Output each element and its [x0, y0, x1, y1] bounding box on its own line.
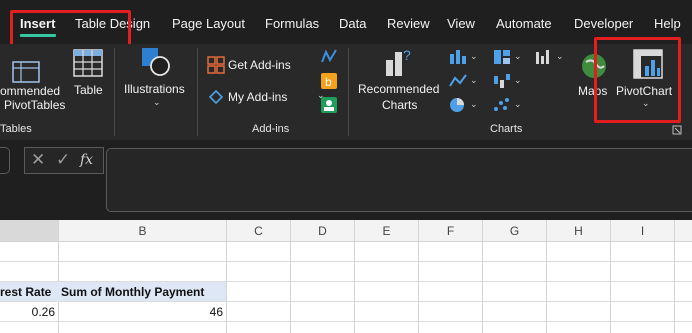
get-addins-label: Get Add-ins — [228, 58, 291, 72]
pie-chart-icon[interactable] — [448, 96, 468, 114]
cell-a-value[interactable]: 0.26 — [0, 305, 55, 319]
gridline — [482, 220, 483, 333]
illustrations-label: Illustrations — [124, 82, 185, 96]
group-label-tables: Tables — [0, 123, 32, 135]
group-label-charts: Charts — [490, 123, 523, 135]
enter-icon[interactable]: ✓ — [56, 150, 70, 170]
gridline — [0, 301, 692, 302]
svg-text:b: b — [325, 75, 332, 89]
chevron-down-icon: ⌄ — [153, 97, 161, 107]
hierarchy-chart-icon[interactable] — [492, 48, 512, 66]
table-label: Table — [74, 83, 103, 97]
illustrations-button[interactable]: Illustrations ⌄ — [122, 46, 192, 112]
recommended-charts-label-1: Recommended — [358, 82, 440, 96]
column-header-h[interactable]: H — [547, 224, 610, 238]
recommended-pivottables-icon — [12, 61, 40, 83]
gridline — [0, 321, 692, 322]
gridline — [610, 220, 611, 333]
tab-page-layout[interactable]: Page Layout — [172, 16, 245, 31]
chevron-down-icon: ⌄ — [470, 99, 478, 109]
gridline — [546, 220, 547, 333]
visio-icon[interactable] — [320, 48, 338, 66]
chevron-down-icon: ⌄ — [514, 99, 522, 109]
highlight-box-pivotchart — [594, 37, 681, 123]
gridline — [290, 220, 291, 333]
column-header-c[interactable]: C — [227, 224, 290, 238]
tab-help[interactable]: Help — [654, 16, 681, 31]
column-header-g[interactable]: G — [483, 224, 546, 238]
recommended-charts-label-2: Charts — [382, 98, 418, 112]
group-label-addins: Add-ins — [252, 123, 290, 135]
svg-text:?: ? — [403, 47, 411, 63]
tab-developer[interactable]: Developer — [574, 16, 633, 31]
line-chart-icon[interactable] — [448, 72, 468, 90]
table-icon — [73, 49, 103, 77]
get-addins-button[interactable]: Get Add-ins — [205, 54, 315, 76]
tab-review[interactable]: Review — [387, 16, 430, 31]
column-header-a-selected[interactable] — [0, 220, 58, 241]
recommended-pivottables-label-1: ommended — [0, 84, 61, 98]
formula-input[interactable] — [106, 148, 692, 212]
tab-view[interactable]: View — [447, 16, 475, 31]
recommended-charts-icon: ? — [386, 47, 411, 76]
illustrations-icon — [142, 48, 170, 76]
column-header-i[interactable]: I — [611, 224, 674, 238]
column-header-d[interactable]: D — [291, 224, 354, 238]
recommended-pivottables-button[interactable]: ommended PivotTables — [0, 52, 65, 122]
name-box[interactable] — [0, 147, 10, 174]
gridline — [354, 220, 355, 333]
statistic-chart-icon[interactable] — [534, 48, 554, 66]
cell-b-value[interactable]: 46 — [59, 305, 223, 319]
ribbon-separator — [114, 48, 115, 136]
cell-a-interest-rate-header[interactable]: rest Rate — [0, 285, 51, 299]
insert-function-icon[interactable]: fx — [80, 152, 93, 168]
chevron-down-icon: ⌄ — [556, 51, 564, 61]
gridline — [418, 220, 419, 333]
cell-b-sum-monthly-payment-header[interactable]: Sum of Monthly Payment — [61, 285, 204, 299]
scatter-chart-icon[interactable] — [492, 96, 512, 114]
tab-formulas[interactable]: Formulas — [265, 16, 319, 31]
chart-type-gallery: ⌄ ⌄ ⌄ ⌄ ⌄ ⌄ ⌄ — [448, 48, 572, 114]
chevron-down-icon: ⌄ — [470, 51, 478, 61]
gridline — [0, 261, 692, 262]
gridline — [674, 220, 675, 333]
tab-automate[interactable]: Automate — [496, 16, 552, 31]
column-header-f[interactable]: F — [419, 224, 482, 238]
column-header-b[interactable]: B — [59, 224, 226, 238]
my-addins-label: My Add-ins — [228, 90, 288, 104]
formula-buttons: ✕ ✓ fx — [24, 147, 104, 174]
ribbon-separator — [348, 48, 349, 136]
my-addins-button[interactable]: My Add-ins ⌄ — [205, 86, 335, 108]
gridline — [226, 220, 227, 333]
people-graph-icon[interactable] — [320, 96, 338, 114]
table-button[interactable]: Table — [70, 48, 106, 114]
column-header-e[interactable]: E — [355, 224, 418, 238]
my-addins-icon — [208, 89, 224, 105]
tab-data[interactable]: Data — [339, 16, 366, 31]
chevron-down-icon: ⌄ — [470, 75, 478, 85]
dialog-launcher-icon[interactable] — [672, 125, 682, 135]
recommended-charts-button[interactable]: ? Recommended Charts — [356, 46, 444, 116]
chevron-down-icon: ⌄ — [514, 75, 522, 85]
column-chart-icon[interactable] — [448, 48, 468, 66]
ribbon-separator — [197, 48, 198, 136]
chevron-down-icon: ⌄ — [514, 51, 522, 61]
recommended-pivottables-label-2: PivotTables — [4, 98, 66, 112]
waterfall-chart-icon[interactable] — [492, 72, 512, 90]
store-icon — [207, 56, 225, 74]
cancel-icon[interactable]: ✕ — [31, 150, 45, 170]
addins-app-icons: b — [320, 48, 338, 120]
bing-icon[interactable]: b — [320, 72, 338, 90]
